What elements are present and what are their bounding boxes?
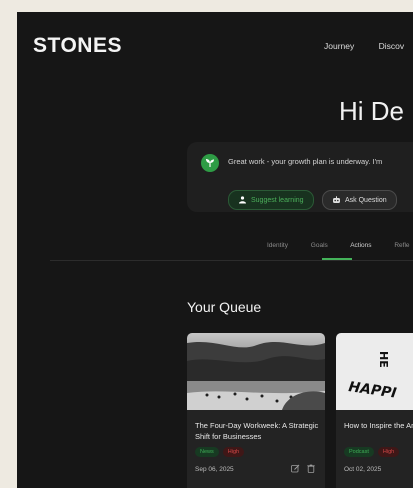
- ask-question-button[interactable]: Ask Question: [322, 190, 397, 210]
- poster-text-main: HAPPI: [347, 379, 397, 402]
- edit-icon[interactable]: [291, 464, 300, 473]
- queue-card-date: Oct 02, 2025: [344, 466, 382, 473]
- tag-podcast: Podcast: [344, 447, 374, 457]
- tab-actions[interactable]: Actions: [350, 242, 371, 249]
- nav-discover[interactable]: Discov: [379, 41, 405, 51]
- poster-thumbnail: HE HAPPI: [336, 333, 413, 410]
- growth-plan-message: Great work - your growth plan is underwa…: [228, 157, 383, 166]
- suggest-learning-button[interactable]: Suggest learning: [228, 190, 314, 210]
- queue-card-date: Sep 06, 2025: [195, 466, 234, 473]
- tab-reflections[interactable]: Refle: [394, 242, 409, 249]
- queue-card-actions: [291, 464, 315, 473]
- queue-card-tags: Podcast High: [344, 447, 400, 457]
- queue-card[interactable]: The Four-Day Workweek: A Strategic Shift…: [187, 333, 325, 488]
- tabs-divider: [50, 260, 413, 261]
- tab-identity[interactable]: Identity: [267, 242, 288, 249]
- poster-text-top: HE: [377, 351, 390, 368]
- tag-news: News: [195, 447, 219, 457]
- section-tabs: Identity Goals Actions Refle: [267, 242, 413, 249]
- queue-card-tags: News High: [195, 447, 245, 457]
- tag-high: High: [377, 447, 400, 457]
- top-nav: Journey Discov: [324, 41, 413, 51]
- growth-plan-card: Great work - your growth plan is underwa…: [187, 142, 413, 212]
- queue-card[interactable]: HE HAPPI How to Inspire the Around You P…: [336, 333, 413, 488]
- nav-journey[interactable]: Journey: [324, 41, 354, 51]
- ask-question-label: Ask Question: [345, 196, 387, 204]
- learning-icon: [239, 196, 246, 204]
- queue-title: Your Queue: [187, 299, 262, 315]
- queue-card-title: The Four-Day Workweek: A Strategic Shift…: [195, 421, 319, 441]
- lake-thumbnail: [187, 333, 325, 410]
- active-tab-indicator: [322, 258, 352, 260]
- tab-goals[interactable]: Goals: [311, 242, 328, 249]
- sprout-icon: [201, 154, 219, 172]
- greeting-title: Hi De: [339, 96, 405, 126]
- app-window: STONES Journey Discov Hi De Great work -…: [17, 12, 413, 488]
- stones-logo[interactable]: STONES: [33, 34, 122, 58]
- trash-icon[interactable]: [307, 464, 315, 473]
- robot-icon: [333, 196, 340, 203]
- suggest-learning-label: Suggest learning: [251, 196, 304, 204]
- tag-high: High: [222, 447, 245, 457]
- queue-card-title: How to Inspire the Around You: [344, 421, 413, 430]
